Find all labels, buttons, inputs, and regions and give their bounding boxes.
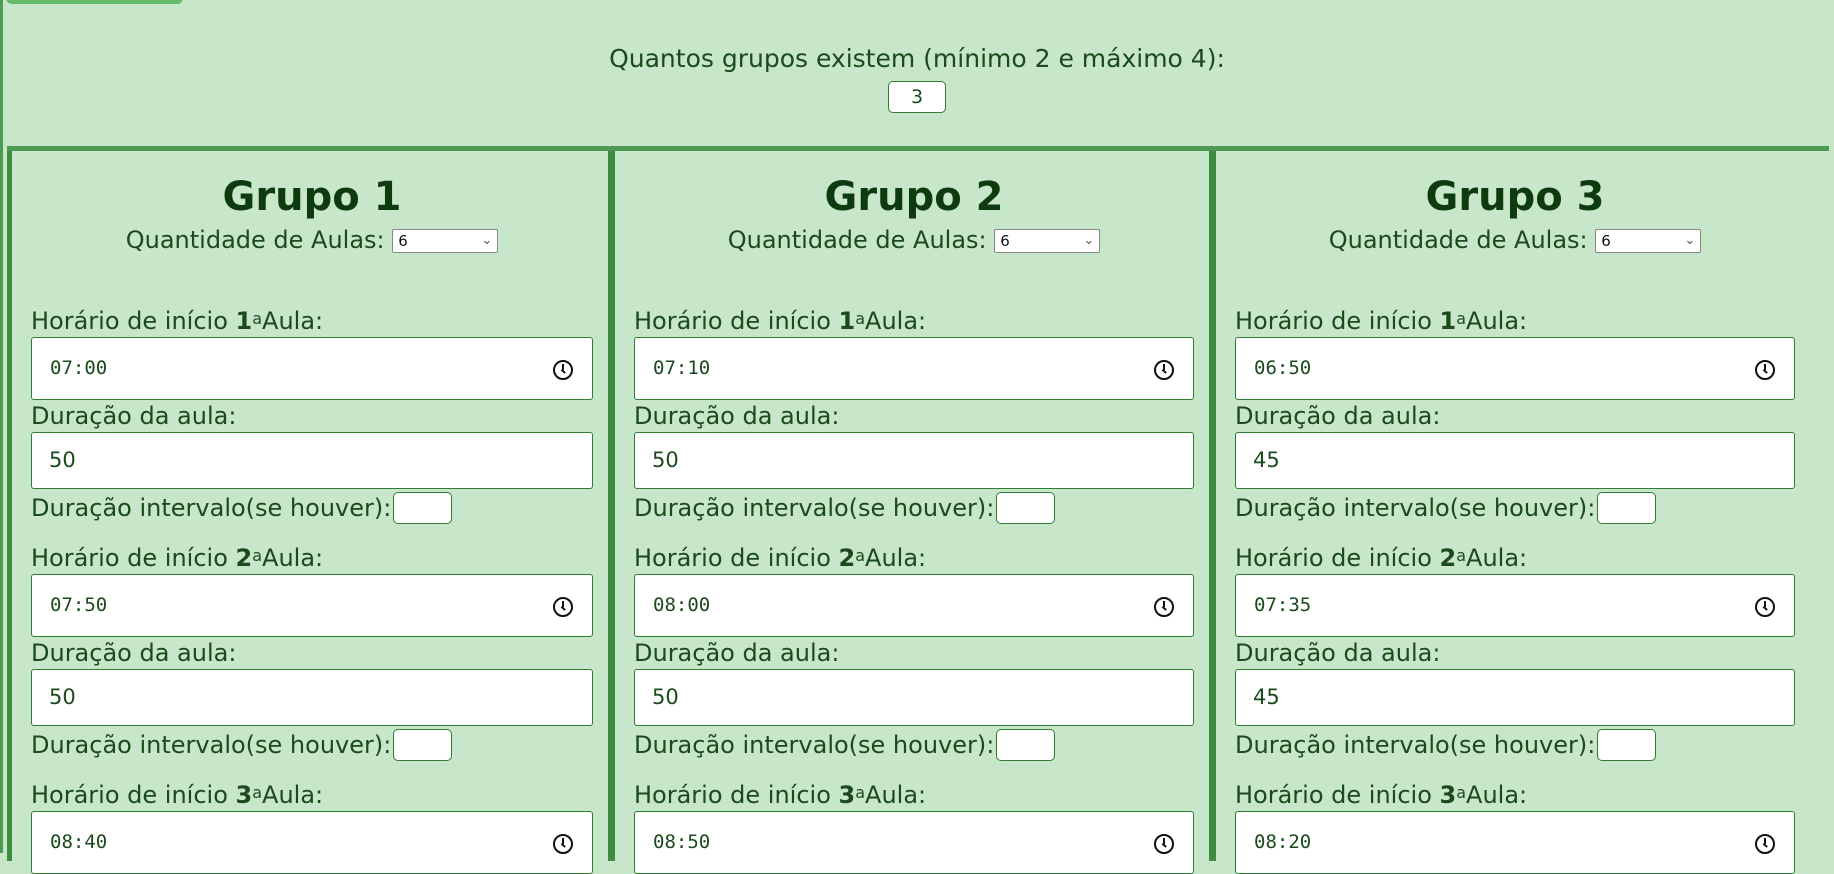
- interval-input[interactable]: [996, 492, 1056, 524]
- interval-label: Duração intervalo(se houver):: [634, 494, 995, 522]
- interval-row: Duração intervalo(se houver):: [31, 489, 593, 527]
- duration-input[interactable]: 50: [634, 669, 1194, 726]
- left-border: [0, 0, 3, 853]
- groups-container: Grupo 1 Quantidade de Aulas: 6 ⌄ Horário …: [7, 146, 1829, 874]
- interval-label: Duração intervalo(se houver):: [31, 494, 392, 522]
- qty-select[interactable]: 6 ⌄: [392, 229, 499, 253]
- start-time-input[interactable]: 08:50: [634, 811, 1194, 874]
- start-time-input[interactable]: 08:40: [31, 811, 593, 874]
- duration-input[interactable]: 45: [1235, 432, 1795, 489]
- clock-icon[interactable]: [1154, 833, 1174, 854]
- duration-label: Duração da aula:: [634, 639, 840, 667]
- start-time-input[interactable]: 08:20: [1235, 811, 1795, 874]
- start-time-label: Horário de início 2aAula:: [31, 544, 324, 572]
- start-time-input[interactable]: 07:35: [1235, 574, 1795, 637]
- duration-input[interactable]: 50: [31, 432, 593, 489]
- start-time-label: Horário de início 3aAula:: [1235, 781, 1528, 809]
- qty-label: Quantidade de Aulas:: [727, 226, 987, 254]
- clock-icon[interactable]: [1154, 596, 1174, 617]
- group-count-section: Quantos grupos existem (mínimo 2 e máxim…: [0, 44, 1834, 113]
- interval-row: Duração intervalo(se houver):: [1235, 726, 1795, 764]
- qty-select[interactable]: 6 ⌄: [1595, 229, 1702, 253]
- duration-label: Duração da aula:: [1235, 402, 1441, 430]
- chevron-down-icon: ⌄: [1684, 233, 1696, 248]
- start-time-input[interactable]: 06:50: [1235, 337, 1795, 400]
- start-time-input[interactable]: 07:00: [31, 337, 593, 400]
- start-time-label: Horário de início 3aAula:: [634, 781, 927, 809]
- qty-value: 6: [1000, 232, 1010, 250]
- lessons-list: Horário de início 1aAula: 07:00 Duração …: [31, 305, 593, 874]
- duration-input[interactable]: 45: [1235, 669, 1795, 726]
- interval-row: Duração intervalo(se houver):: [634, 726, 1194, 764]
- start-time-input[interactable]: 07:10: [634, 337, 1194, 400]
- start-time-label: Horário de início 2aAula:: [634, 544, 927, 572]
- interval-row: Duração intervalo(se houver):: [634, 489, 1194, 527]
- duration-label: Duração da aula:: [31, 402, 237, 430]
- qty-select[interactable]: 6 ⌄: [994, 229, 1101, 253]
- duration-label: Duração da aula:: [1235, 639, 1441, 667]
- group-title: Grupo 2: [824, 174, 1004, 220]
- interval-row: Duração intervalo(se houver):: [31, 726, 593, 764]
- start-time-label: Horário de início 1aAula:: [634, 307, 927, 335]
- start-time-input[interactable]: 08:00: [634, 574, 1194, 637]
- start-time-label: Horário de início 3aAula:: [31, 781, 324, 809]
- clock-icon[interactable]: [1755, 596, 1775, 617]
- lessons-list: Horário de início 1aAula: 07:10 Duração …: [634, 305, 1194, 874]
- interval-input[interactable]: [996, 729, 1056, 761]
- start-time-label: Horário de início 1aAula:: [1235, 307, 1528, 335]
- group-panel-1: Grupo 1 Quantidade de Aulas: 6 ⌄ Horário …: [7, 151, 608, 874]
- group-title: Grupo 1: [222, 174, 402, 220]
- clock-icon[interactable]: [1154, 359, 1174, 380]
- qty-row: Quantidade de Aulas: 6 ⌄: [634, 225, 1194, 255]
- top-tab-button[interactable]: [6, 0, 183, 4]
- clock-icon[interactable]: [1755, 359, 1775, 380]
- duration-input[interactable]: 50: [31, 669, 593, 726]
- qty-row: Quantidade de Aulas: 6 ⌄: [31, 225, 593, 255]
- group-count-label: Quantos grupos existem (mínimo 2 e máxim…: [609, 44, 1225, 73]
- group-count-input[interactable]: 3: [888, 81, 946, 113]
- interval-label: Duração intervalo(se houver):: [1235, 494, 1596, 522]
- duration-input[interactable]: 50: [634, 432, 1194, 489]
- chevron-down-icon: ⌄: [481, 233, 493, 248]
- interval-input[interactable]: [1597, 492, 1657, 524]
- duration-label: Duração da aula:: [31, 639, 237, 667]
- clock-icon[interactable]: [1755, 833, 1775, 854]
- qty-value: 6: [398, 232, 408, 250]
- interval-row: Duração intervalo(se houver):: [1235, 489, 1795, 527]
- interval-label: Duração intervalo(se houver):: [634, 731, 995, 759]
- interval-input[interactable]: [393, 729, 453, 761]
- clock-icon[interactable]: [553, 359, 573, 380]
- group-panel-3: Grupo 3 Quantidade de Aulas: 6 ⌄ Horário …: [1209, 151, 1810, 874]
- clock-icon[interactable]: [553, 596, 573, 617]
- group-panel-2: Grupo 2 Quantidade de Aulas: 6 ⌄ Horário …: [608, 151, 1209, 874]
- qty-row: Quantidade de Aulas: 6 ⌄: [1235, 225, 1795, 255]
- lessons-list: Horário de início 1aAula: 06:50 Duração …: [1235, 305, 1795, 874]
- group-title: Grupo 3: [1425, 174, 1605, 220]
- duration-label: Duração da aula:: [634, 402, 840, 430]
- interval-input[interactable]: [393, 492, 453, 524]
- qty-label: Quantidade de Aulas:: [125, 226, 385, 254]
- interval-input[interactable]: [1597, 729, 1657, 761]
- interval-label: Duração intervalo(se houver):: [31, 731, 392, 759]
- start-time-input[interactable]: 07:50: [31, 574, 593, 637]
- start-time-label: Horário de início 2aAula:: [1235, 544, 1528, 572]
- chevron-down-icon: ⌄: [1083, 233, 1095, 248]
- qty-value: 6: [1601, 232, 1611, 250]
- interval-label: Duração intervalo(se houver):: [1235, 731, 1596, 759]
- qty-label: Quantidade de Aulas:: [1328, 226, 1588, 254]
- clock-icon[interactable]: [553, 833, 573, 854]
- start-time-label: Horário de início 1aAula:: [31, 307, 324, 335]
